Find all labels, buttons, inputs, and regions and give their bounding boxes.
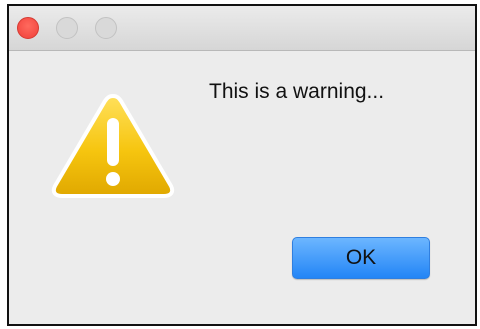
title-bar [9,6,475,51]
dialog-window: This is a warning... OK [7,4,477,326]
warning-icon [51,94,175,198]
close-icon[interactable] [17,17,39,39]
warning-message: This is a warning... [209,80,385,103]
minimize-icon [56,17,78,39]
zoom-icon [95,17,117,39]
ok-button[interactable]: OK [292,237,430,279]
